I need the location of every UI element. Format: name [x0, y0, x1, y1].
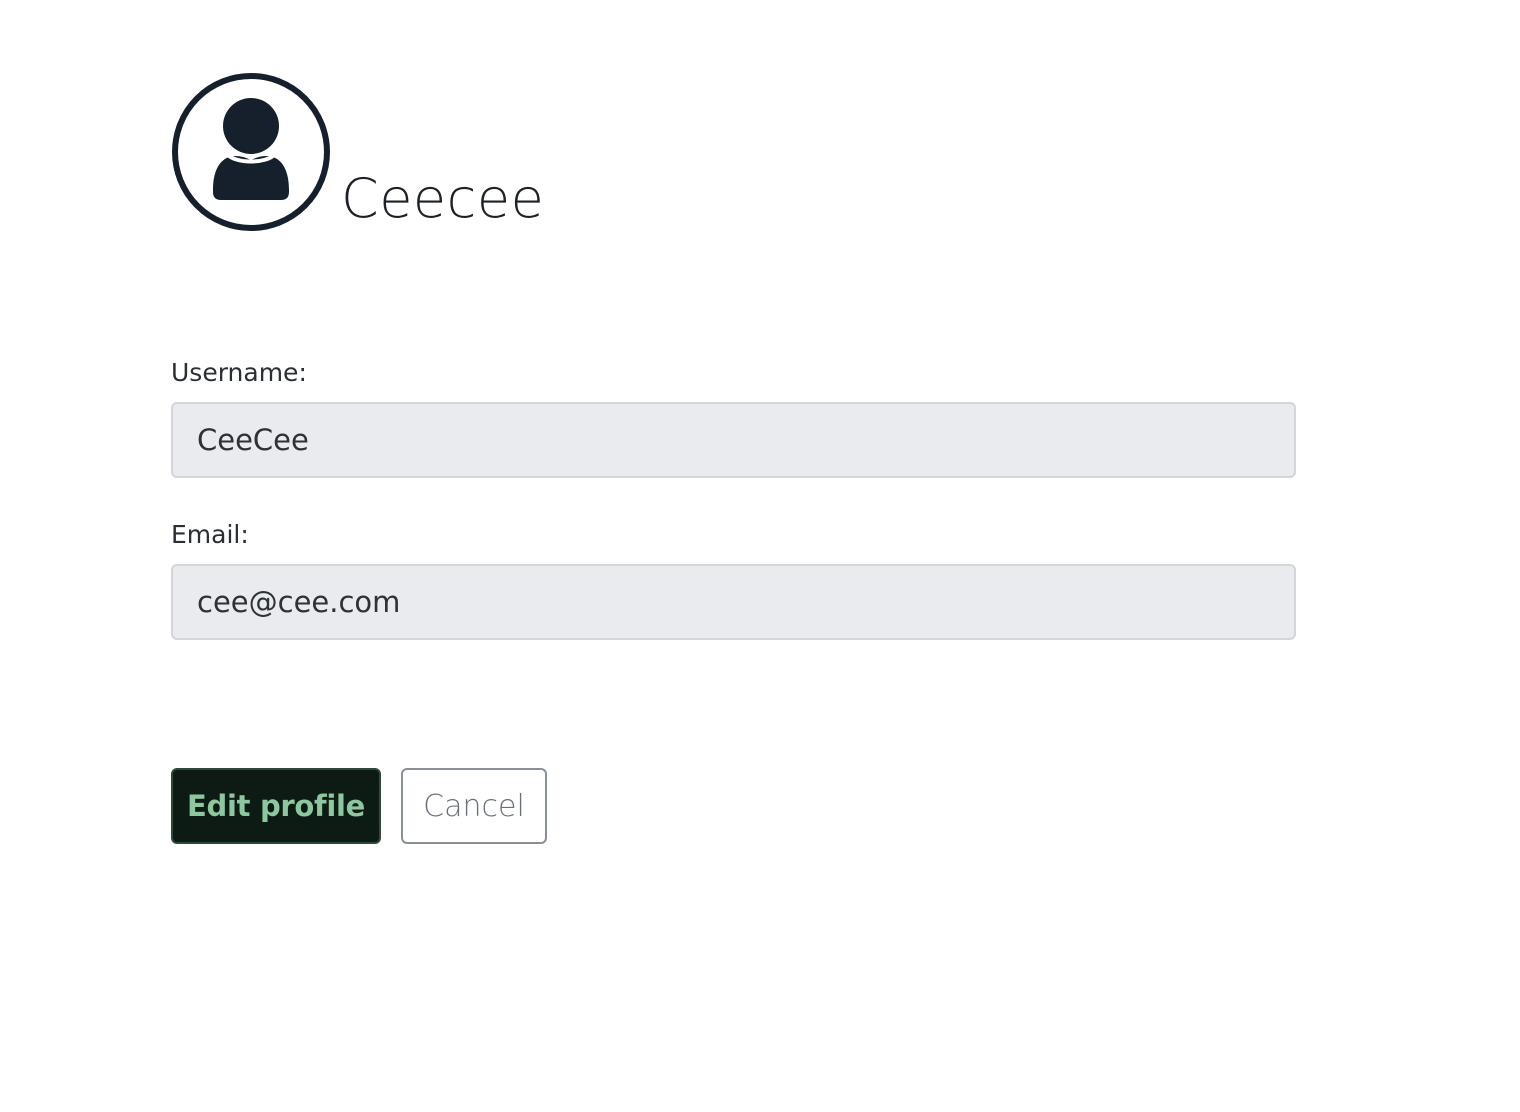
username-input[interactable] — [171, 402, 1296, 478]
edit-profile-button[interactable]: Edit profile — [171, 768, 381, 844]
email-input[interactable] — [171, 564, 1296, 640]
cancel-button[interactable]: Cancel — [401, 768, 547, 844]
username-label: Username: — [171, 358, 307, 387]
email-label: Email: — [171, 520, 249, 549]
user-avatar-icon — [172, 73, 330, 231]
profile-header: Ceecee — [171, 72, 544, 232]
profile-display-name: Ceecee — [341, 167, 545, 230]
